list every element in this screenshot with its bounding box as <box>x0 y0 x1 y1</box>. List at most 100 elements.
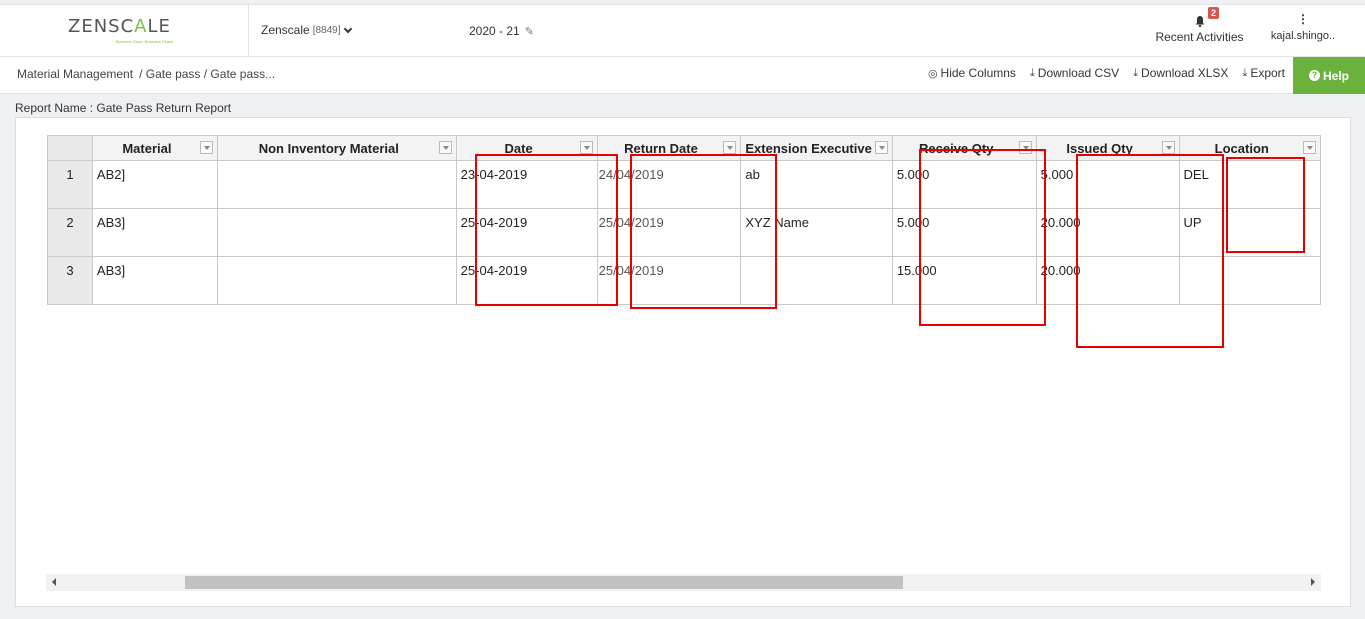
filter-icon[interactable] <box>438 141 452 154</box>
cell-non-inventory[interactable] <box>216 256 457 305</box>
column-header-location[interactable]: Location <box>1178 135 1321 161</box>
cell-non-inventory[interactable] <box>216 208 457 257</box>
column-label: Receive Qty <box>919 140 994 156</box>
logo-part-2: A <box>134 16 148 37</box>
user-name: kajal.shingo.. <box>1270 30 1336 42</box>
column-header-non-inventory[interactable]: Non Inventory Material <box>216 135 457 161</box>
hide-columns-label: Hide Columns <box>940 66 1016 80</box>
row-number: 1 <box>47 160 93 209</box>
notification-badge: 2 <box>1208 7 1220 19</box>
company-code: [8849] <box>312 24 341 36</box>
recent-activities-label: Recent Activities <box>1155 30 1244 44</box>
logo-part-1: ZENSC <box>68 16 135 37</box>
cell-date[interactable]: 23-04-2019 <box>455 160 598 209</box>
filter-icon[interactable] <box>579 141 593 154</box>
zenscale-logo[interactable]: ZENSCALE Business Ease. Business Peace. <box>68 16 183 46</box>
download-csv-button[interactable]: ⤓ Download CSV <box>1030 66 1119 80</box>
eye-slash-icon: ◎ <box>927 67 938 80</box>
column-label: Return Date <box>624 140 698 156</box>
logo-part-3: LE <box>147 16 171 37</box>
cell-issued-qty[interactable]: 20.000 <box>1035 256 1180 305</box>
breadcrumb-trail[interactable]: / Gate pass / Gate pass... <box>139 67 275 81</box>
report-actions: ◎ Hide Columns ⤓ Download CSV ⤓ Download XL… <box>914 66 1285 80</box>
app-window: ZENSCALE Business Ease. Business Peace. … <box>0 0 1365 619</box>
column-header-material[interactable]: Material <box>91 135 218 161</box>
edit-icon[interactable]: ✎ <box>525 25 534 38</box>
column-header-return-date[interactable]: Return Date <box>596 135 742 161</box>
scrollbar-thumb[interactable] <box>185 576 903 589</box>
cell-return-date[interactable]: 24/04/2019 <box>596 160 742 209</box>
download-xlsx-button[interactable]: ⤓ Download XLSX <box>1133 66 1228 80</box>
cell-executive[interactable] <box>740 256 893 305</box>
report-grid: Material Non Inventory Material Date Ret… <box>47 135 1321 305</box>
bell-icon <box>1195 16 1204 27</box>
kebab-menu-icon: ⋮ <box>1297 12 1309 26</box>
cell-executive[interactable]: XYZ Name <box>740 208 893 257</box>
column-label: Issued Qty <box>1066 140 1133 156</box>
column-header-receive-qty[interactable]: Receive Qty <box>891 135 1037 161</box>
breadcrumb-root[interactable]: Material Management <box>17 67 133 81</box>
row-number: 2 <box>47 208 93 257</box>
breadcrumb: Material Management / Gate pass / Gate pa… <box>17 67 275 81</box>
column-label: Material <box>122 140 172 156</box>
cell-return-date[interactable]: 25/04/2019 <box>596 256 742 305</box>
help-button[interactable]: ? Help <box>1293 57 1365 94</box>
column-label: Location <box>1214 140 1269 156</box>
cell-location[interactable] <box>1178 256 1321 305</box>
question-circle-icon: ? <box>1308 70 1320 81</box>
cell-non-inventory[interactable] <box>216 160 457 209</box>
logo-tagline: Business Ease. Business Peace. <box>116 39 175 44</box>
cell-receive-qty[interactable]: 15.000 <box>891 256 1037 305</box>
hide-columns-button[interactable]: ◎ Hide Columns <box>928 66 1016 80</box>
cell-issued-qty[interactable]: 20.000 <box>1035 208 1180 257</box>
export-label: Export <box>1250 66 1285 80</box>
download-xlsx-label: Download XLSX <box>1141 66 1229 80</box>
download-icon: ⤓ <box>1029 66 1035 79</box>
filter-icon[interactable] <box>874 141 888 154</box>
cell-material[interactable]: AB2] <box>91 160 218 209</box>
cell-location[interactable]: UP <box>1178 208 1321 257</box>
row-number-header <box>47 135 93 161</box>
download-icon: ⤓ <box>1133 66 1139 79</box>
table-row[interactable]: 1 AB2] 23-04-2019 24/04/2019 ab 5.000 5.… <box>47 160 1321 209</box>
scroll-right-arrow-icon[interactable] <box>1311 578 1315 586</box>
cell-return-date[interactable]: 25/04/2019 <box>596 208 742 257</box>
table-row[interactable]: 2 AB3] 25-04-2019 25/04/2019 XYZ Name 5.… <box>47 208 1321 257</box>
cell-date[interactable]: 25-04-2019 <box>455 256 598 305</box>
column-header-extension-executive[interactable]: Extension Executive <box>740 135 893 161</box>
cell-executive[interactable]: ab <box>740 160 893 209</box>
filter-icon[interactable] <box>199 141 213 154</box>
scroll-left-arrow-icon[interactable] <box>52 578 56 586</box>
table-row[interactable]: 3 AB3] 25-04-2019 25/04/2019 15.000 20.0… <box>47 256 1321 305</box>
company-selector[interactable]: Zenscale [8849] <box>261 23 352 37</box>
header-row: Material Non Inventory Material Date Ret… <box>47 135 1321 161</box>
filter-icon[interactable] <box>723 141 737 154</box>
user-menu[interactable]: ⋮ kajal.shingo.. <box>1266 13 1340 42</box>
column-header-issued-qty[interactable]: Issued Qty <box>1035 135 1180 161</box>
cell-location[interactable]: DEL <box>1178 160 1321 209</box>
filter-icon[interactable] <box>1303 141 1316 154</box>
column-header-date[interactable]: Date <box>455 135 598 161</box>
fiscal-year-label: 2020 - 21 <box>469 24 520 38</box>
cell-receive-qty[interactable]: 5.000 <box>891 160 1037 209</box>
company-name: Zenscale <box>261 23 310 37</box>
column-label: Date <box>504 140 533 156</box>
logo-wordmark: ZENSCALE <box>68 16 183 37</box>
row-number: 3 <box>47 256 93 305</box>
chevron-down-icon <box>343 24 352 33</box>
column-label: Non Inventory Material <box>258 140 399 156</box>
recent-activities-button[interactable]: 2 Recent Activities <box>1152 7 1247 44</box>
cell-material[interactable]: AB3] <box>91 256 218 305</box>
filter-icon[interactable] <box>1018 141 1032 154</box>
export-button[interactable]: ⤓ Export <box>1242 66 1285 80</box>
cell-date[interactable]: 25-04-2019 <box>455 208 598 257</box>
report-name: Report Name : Gate Pass Return Report <box>15 101 232 115</box>
cell-receive-qty[interactable]: 5.000 <box>891 208 1037 257</box>
download-csv-label: Download CSV <box>1037 66 1120 80</box>
cell-issued-qty[interactable]: 5.000 <box>1035 160 1180 209</box>
sub-toolbar: Material Management / Gate pass / Gate pa… <box>0 57 1365 94</box>
filter-icon[interactable] <box>1161 141 1175 154</box>
column-label: Extension Executive <box>745 140 872 156</box>
horizontal-scrollbar[interactable] <box>46 574 1321 591</box>
cell-material[interactable]: AB3] <box>91 208 218 257</box>
